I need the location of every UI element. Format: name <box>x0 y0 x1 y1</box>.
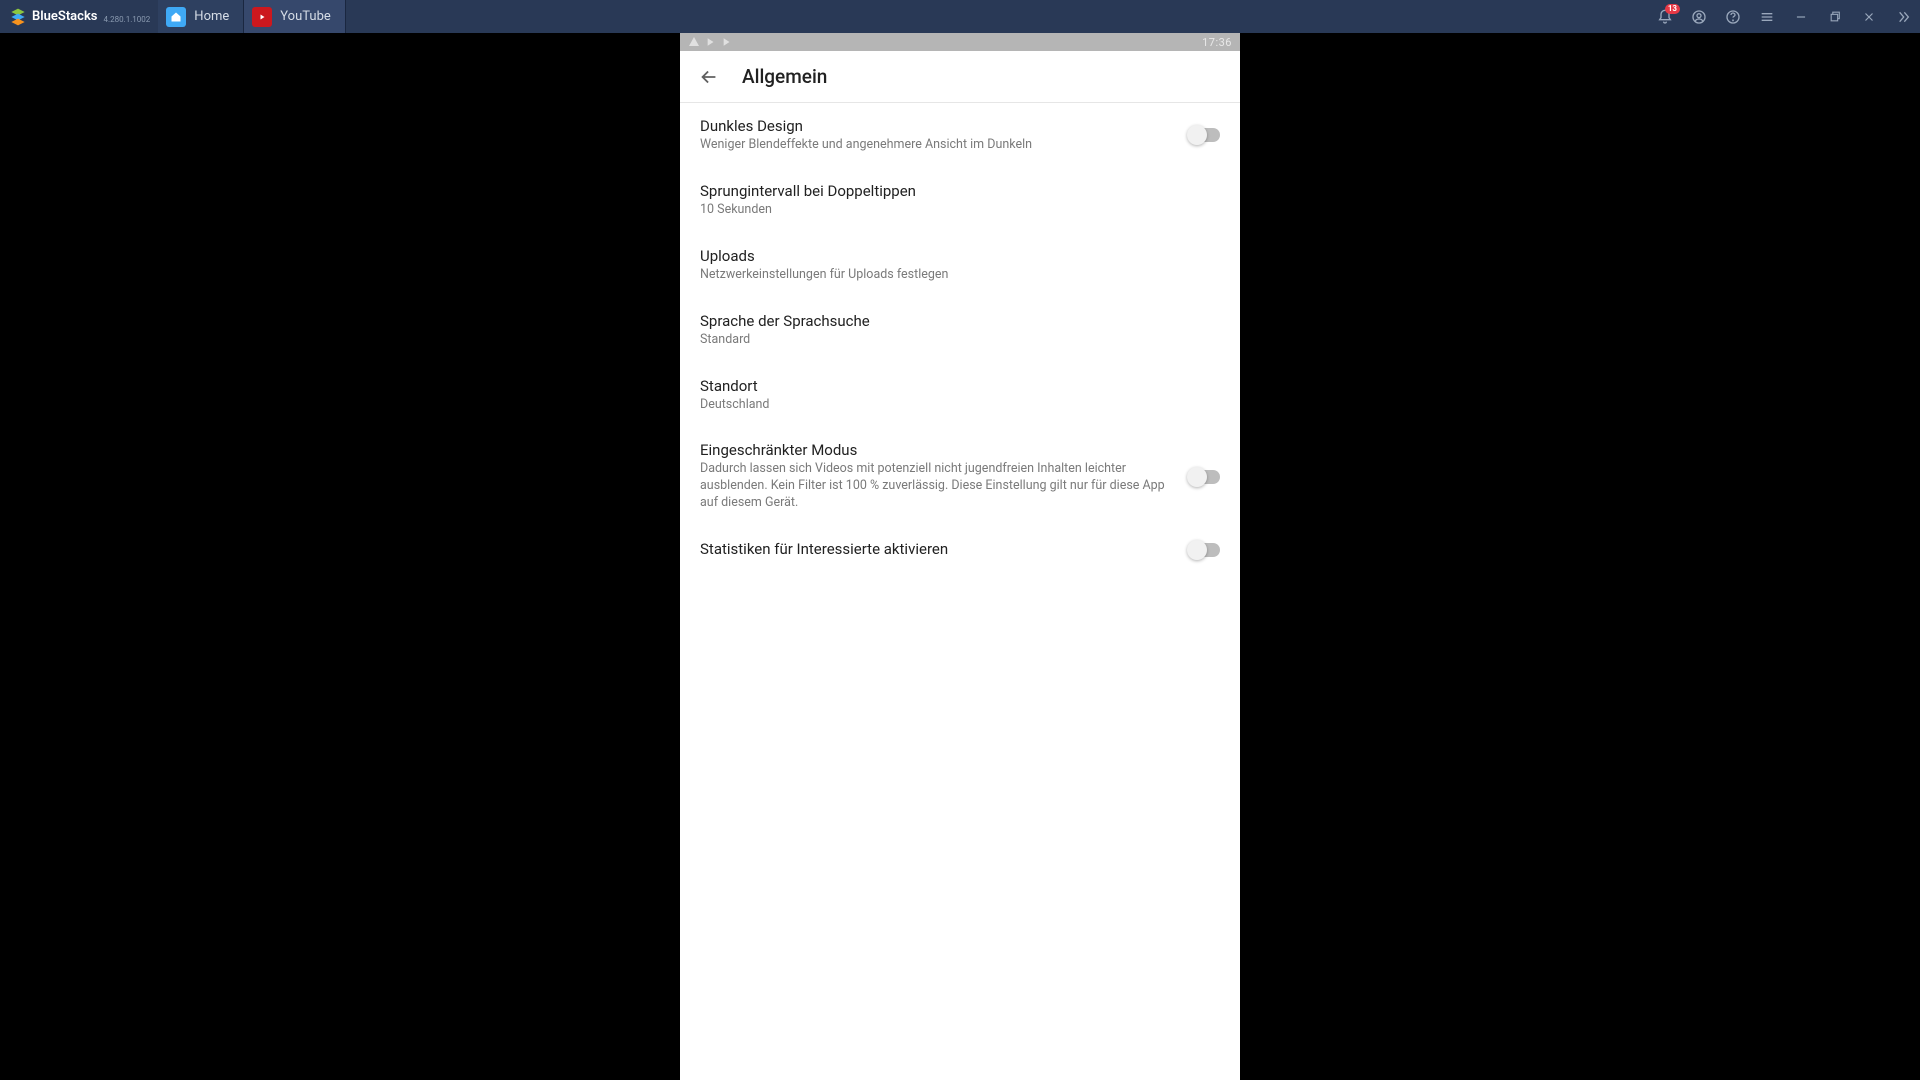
setting-title: Statistiken für Interessierte aktivieren <box>700 540 1174 558</box>
titlebar: BlueStacks 4.280.1.1002 Home YouTube 13 <box>0 0 1920 33</box>
warning-icon <box>688 36 700 48</box>
back-button[interactable] <box>698 66 720 88</box>
help-icon[interactable] <box>1724 8 1742 26</box>
play-store-icon <box>706 37 716 47</box>
setting-subtitle: 10 Sekunden <box>700 202 1204 219</box>
setting-subtitle: Deutschland <box>700 397 1204 414</box>
tab-home-label: Home <box>194 9 229 24</box>
expand-sidebar-icon[interactable] <box>1894 8 1912 26</box>
android-app-frame: 17:36 Allgemein Dunkles Design Weniger B… <box>680 33 1240 1080</box>
setting-title: Uploads <box>700 247 1204 265</box>
notifications-badge: 13 <box>1665 4 1680 14</box>
setting-subtitle: Dadurch lassen sich Videos mit potenziel… <box>700 461 1174 512</box>
status-bar-time: 17:36 <box>1202 36 1232 49</box>
tab-youtube-label: YouTube <box>280 9 331 24</box>
setting-uploads[interactable]: Uploads Netzwerkeinstellungen für Upload… <box>680 233 1240 298</box>
account-icon[interactable] <box>1690 8 1708 26</box>
setting-subtitle: Standard <box>700 332 1204 349</box>
setting-subtitle: Weniger Blendeffekte und angenehmere Ans… <box>700 137 1174 154</box>
minimize-icon[interactable] <box>1792 8 1810 26</box>
page-title: Allgemein <box>742 65 827 88</box>
setting-restricted-mode[interactable]: Eingeschränkter Modus Dadurch lassen sic… <box>680 427 1240 526</box>
brand-version: 4.280.1.1002 <box>104 15 151 24</box>
settings-list: Dunkles Design Weniger Blendeffekte und … <box>680 103 1240 1080</box>
play-store-icon-2 <box>722 37 732 47</box>
setting-voice-search-language[interactable]: Sprache der Sprachsuche Standard <box>680 298 1240 363</box>
setting-title: Sprungintervall bei Doppeltippen <box>700 182 1204 200</box>
brand-logo-wrap: BlueStacks 4.280.1.1002 <box>8 7 150 27</box>
hamburger-menu-icon[interactable] <box>1758 8 1776 26</box>
status-bar-left <box>688 36 732 48</box>
setting-dark-theme[interactable]: Dunkles Design Weniger Blendeffekte und … <box>680 103 1240 168</box>
setting-title: Dunkles Design <box>700 117 1174 135</box>
content-area: 17:36 Allgemein Dunkles Design Weniger B… <box>0 33 1920 1080</box>
toggle-switch[interactable] <box>1190 543 1220 557</box>
tab-home[interactable]: Home <box>158 0 244 33</box>
setting-location[interactable]: Standort Deutschland <box>680 363 1240 428</box>
bluestacks-logo-icon <box>8 7 28 27</box>
maximize-icon[interactable] <box>1826 8 1844 26</box>
brand-name: BlueStacks <box>32 9 98 24</box>
setting-title: Eingeschränkter Modus <box>700 441 1174 459</box>
setting-double-tap-seek[interactable]: Sprungintervall bei Doppeltippen 10 Seku… <box>680 168 1240 233</box>
app-header: Allgemein <box>680 51 1240 103</box>
notifications-icon[interactable]: 13 <box>1656 8 1674 26</box>
home-app-icon <box>166 7 186 27</box>
setting-stats-for-nerds[interactable]: Statistiken für Interessierte aktivieren <box>680 526 1240 574</box>
toggle-switch[interactable] <box>1190 128 1220 142</box>
android-status-bar: 17:36 <box>680 33 1240 51</box>
setting-title: Sprache der Sprachsuche <box>700 312 1204 330</box>
toggle-switch[interactable] <box>1190 470 1220 484</box>
setting-subtitle: Netzwerkeinstellungen für Uploads festle… <box>700 267 1204 284</box>
tab-youtube[interactable]: YouTube <box>244 0 346 33</box>
close-icon[interactable] <box>1860 8 1878 26</box>
setting-title: Standort <box>700 377 1204 395</box>
youtube-app-icon <box>252 7 272 27</box>
window-controls: 13 <box>1656 0 1912 33</box>
